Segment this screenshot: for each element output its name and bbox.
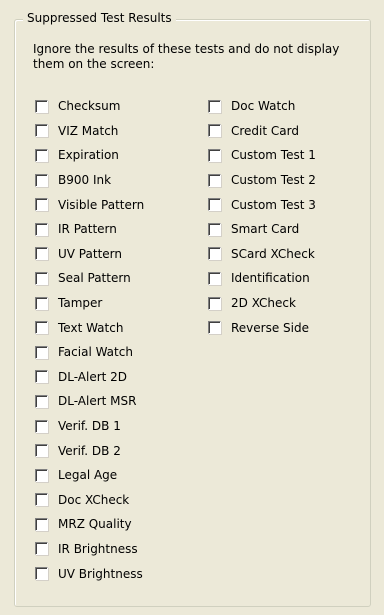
checkbox-viz-match[interactable]: VIZ Match <box>35 119 144 144</box>
checkbox-label: Tamper <box>58 296 103 311</box>
checkbox-label: 2D XCheck <box>231 296 296 311</box>
checkbox-box[interactable] <box>35 444 48 458</box>
checkbox-identification[interactable]: Identification <box>208 266 316 291</box>
checkbox-verif-db-1[interactable]: Verif. DB 1 <box>35 414 144 439</box>
checkbox-box[interactable] <box>35 296 48 310</box>
checkbox-box[interactable] <box>35 493 48 507</box>
checkbox-2d-xcheck[interactable]: 2D XCheck <box>208 291 316 316</box>
checkbox-credit-card[interactable]: Credit Card <box>208 119 316 144</box>
groupbox-title: Suppressed Test Results <box>23 10 176 26</box>
checkbox-uv-brightness[interactable]: UV Brightness <box>35 561 144 586</box>
checkbox-scard-xcheck[interactable]: SCard XCheck <box>208 242 316 267</box>
checkbox-custom-test-3[interactable]: Custom Test 3 <box>208 192 316 217</box>
checkbox-label: B900 Ink <box>58 173 112 188</box>
checkbox-box[interactable] <box>35 271 48 285</box>
checkbox-label: Identification <box>231 271 310 286</box>
checkbox-label: Custom Test 1 <box>231 148 316 163</box>
checkbox-box[interactable] <box>208 173 221 187</box>
checkbox-box[interactable] <box>208 296 221 310</box>
checkbox-box[interactable] <box>35 173 48 187</box>
checkbox-label: Facial Watch <box>58 345 133 360</box>
checkbox-label: IR Pattern <box>58 222 117 237</box>
checkbox-box[interactable] <box>35 419 48 433</box>
checkbox-box[interactable] <box>35 321 48 335</box>
checkbox-box[interactable] <box>35 542 48 556</box>
checkbox-seal-pattern[interactable]: Seal Pattern <box>35 266 144 291</box>
checkbox-smart-card[interactable]: Smart Card <box>208 217 316 242</box>
checkbox-label: VIZ Match <box>58 123 119 138</box>
checkbox-box[interactable] <box>208 148 221 162</box>
checkbox-visible-pattern[interactable]: Visible Pattern <box>35 192 144 217</box>
checkbox-box[interactable] <box>208 124 221 138</box>
checkbox-label: DL-Alert MSR <box>58 394 137 409</box>
checkbox-label: Custom Test 2 <box>231 173 316 188</box>
checkbox-label: MRZ Quality <box>58 517 132 532</box>
checkbox-label: Reverse Side <box>231 320 309 335</box>
checkbox-label: UV Pattern <box>58 246 122 261</box>
checkbox-box[interactable] <box>208 198 221 212</box>
checkbox-facial-watch[interactable]: Facial Watch <box>35 340 144 365</box>
checkbox-label: IR Brightness <box>58 541 138 556</box>
checkbox-label: Credit Card <box>231 123 299 138</box>
checkbox-box[interactable] <box>35 468 48 482</box>
checkbox-box[interactable] <box>208 271 221 285</box>
checkbox-custom-test-2[interactable]: Custom Test 2 <box>208 168 316 193</box>
checkbox-box[interactable] <box>208 247 221 261</box>
checkbox-text-watch[interactable]: Text Watch <box>35 315 144 340</box>
checkbox-label: Checksum <box>58 99 121 114</box>
instructions-text: Ignore the results of these tests and do… <box>33 42 340 71</box>
checkbox-label: Text Watch <box>58 320 124 335</box>
checkbox-doc-watch[interactable]: Doc Watch <box>208 94 316 119</box>
checkbox-box[interactable] <box>35 567 48 581</box>
checkbox-label: Doc Watch <box>231 99 296 114</box>
checkbox-box[interactable] <box>35 517 48 531</box>
checkbox-box[interactable] <box>35 222 48 236</box>
checkbox-label: Smart Card <box>231 222 300 237</box>
checkbox-box[interactable] <box>35 198 48 212</box>
checkbox-box[interactable] <box>35 370 48 384</box>
checkbox-reverse-side[interactable]: Reverse Side <box>208 315 316 340</box>
checkbox-checksum[interactable]: Checksum <box>35 94 144 119</box>
checkbox-label: Seal Pattern <box>58 271 131 286</box>
checkbox-box[interactable] <box>35 124 48 138</box>
checkbox-mrz-quality[interactable]: MRZ Quality <box>35 512 144 537</box>
checkbox-box[interactable] <box>208 321 221 335</box>
right-checkbox-column: Doc Watch Credit Card Custom Test 1 Custom … <box>208 94 316 340</box>
checkbox-expiration[interactable]: Expiration <box>35 143 144 168</box>
left-checkbox-column: Checksum VIZ Match Expiration B900 Ink Visib… <box>35 94 144 586</box>
checkbox-dl-alert-msr[interactable]: DL-Alert MSR <box>35 389 144 414</box>
checkbox-label: SCard XCheck <box>231 246 315 261</box>
checkbox-box[interactable] <box>208 99 221 113</box>
checkbox-uv-pattern[interactable]: UV Pattern <box>35 242 144 267</box>
checkbox-label: Visible Pattern <box>58 197 145 212</box>
checkbox-dl-alert-2d[interactable]: DL-Alert 2D <box>35 365 144 390</box>
checkbox-label: Legal Age <box>58 468 118 483</box>
suppressed-test-results-panel: Suppressed Test Results Ignore the resul… <box>0 0 384 615</box>
checkbox-legal-age[interactable]: Legal Age <box>35 463 144 488</box>
checkbox-label: Expiration <box>58 148 119 163</box>
checkbox-doc-xcheck[interactable]: Doc XCheck <box>35 488 144 513</box>
checkbox-custom-test-1[interactable]: Custom Test 1 <box>208 143 316 168</box>
checkbox-box[interactable] <box>35 148 48 162</box>
checkbox-box[interactable] <box>35 345 48 359</box>
checkbox-tamper[interactable]: Tamper <box>35 291 144 316</box>
checkbox-box[interactable] <box>208 222 221 236</box>
checkbox-label: Verif. DB 2 <box>58 443 121 458</box>
checkbox-box[interactable] <box>35 394 48 408</box>
checkbox-ir-pattern[interactable]: IR Pattern <box>35 217 144 242</box>
checkbox-label: Custom Test 3 <box>231 197 316 212</box>
checkbox-verif-db-2[interactable]: Verif. DB 2 <box>35 438 144 463</box>
checkbox-label: Verif. DB 1 <box>58 419 121 434</box>
checkbox-label: UV Brightness <box>58 566 143 581</box>
checkbox-label: Doc XCheck <box>58 492 130 507</box>
checkbox-label: DL-Alert 2D <box>58 369 128 384</box>
checkbox-ir-brightness[interactable]: IR Brightness <box>35 537 144 562</box>
checkbox-box[interactable] <box>35 247 48 261</box>
checkbox-b900-ink[interactable]: B900 Ink <box>35 168 144 193</box>
checkbox-box[interactable] <box>35 99 48 113</box>
